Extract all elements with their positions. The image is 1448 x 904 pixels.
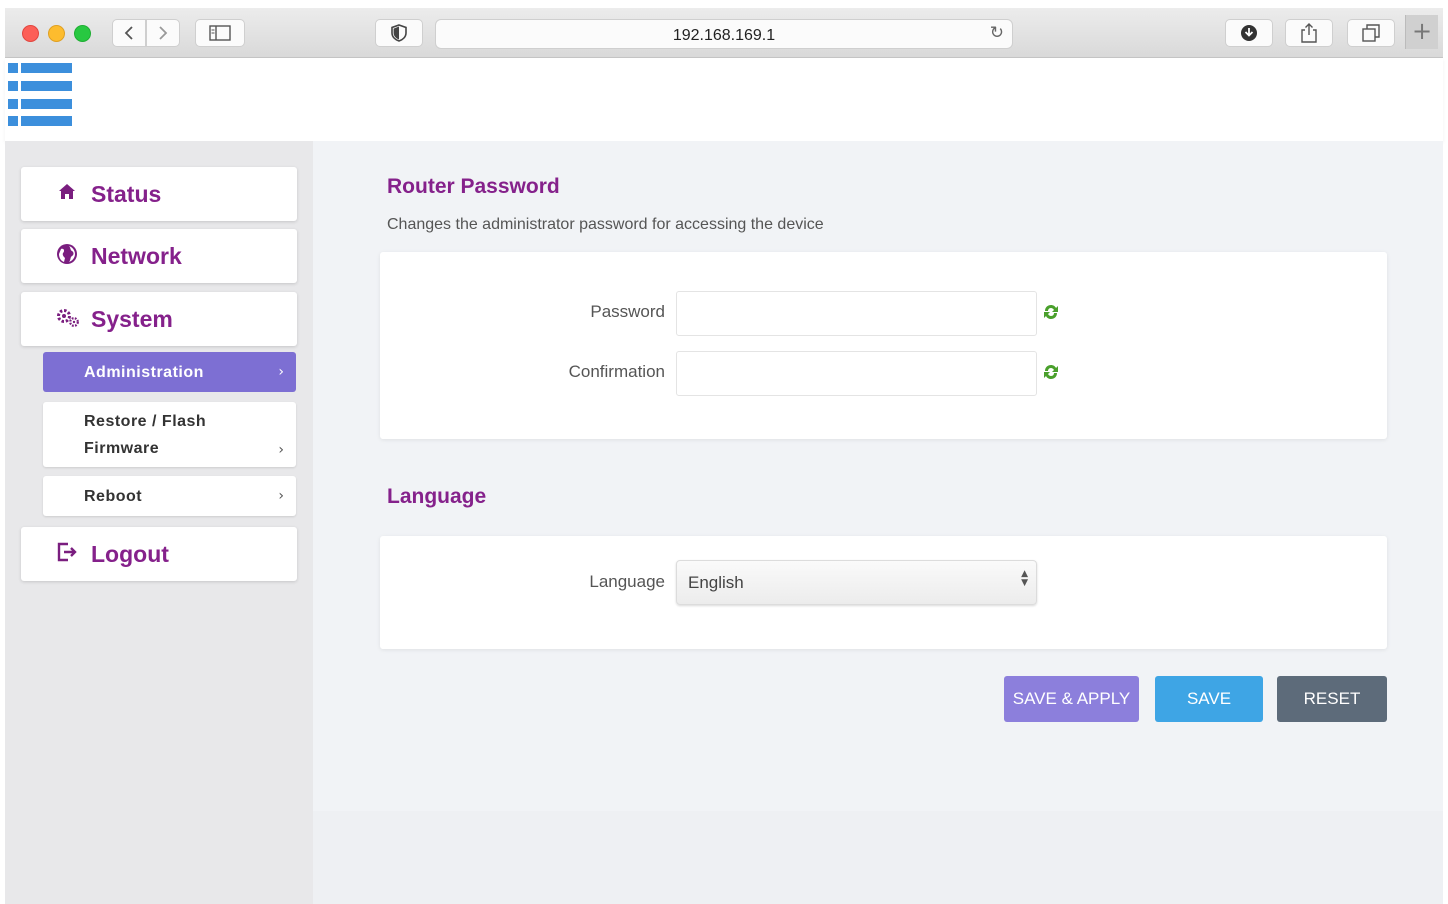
confirmation-field[interactable] bbox=[676, 351, 1037, 396]
address-bar[interactable]: 192.168.169.1 ↻ bbox=[435, 19, 1013, 49]
language-label: Language bbox=[589, 572, 665, 591]
sidebar-item-label: System bbox=[91, 305, 173, 332]
new-tab-button[interactable]: + bbox=[1405, 15, 1438, 49]
sidebar-item-label: Network bbox=[91, 242, 182, 269]
forward-button[interactable] bbox=[146, 19, 180, 47]
subitem-label: Restore / Flash bbox=[84, 413, 207, 430]
subitem-label: Reboot bbox=[84, 488, 143, 505]
sidebar-item-label: Logout bbox=[91, 540, 169, 567]
back-button[interactable] bbox=[112, 19, 146, 47]
chevron-right-icon: › bbox=[278, 488, 284, 504]
reload-icon[interactable]: ↻ bbox=[990, 23, 1004, 43]
reset-button[interactable]: RESET bbox=[1277, 676, 1387, 722]
sidebar-item-network[interactable]: Network bbox=[21, 229, 297, 283]
url-text: 192.168.169.1 bbox=[672, 27, 776, 44]
home-icon bbox=[55, 182, 79, 207]
fullscreen-window-button[interactable] bbox=[74, 25, 91, 42]
plus-icon: + bbox=[1411, 17, 1433, 45]
download-icon bbox=[1241, 25, 1257, 41]
chevron-right-icon bbox=[159, 26, 168, 40]
router-password-title: Router Password bbox=[387, 175, 560, 198]
sidebar-item-label: Status bbox=[91, 180, 162, 207]
router-password-description: Changes the administrator password for a… bbox=[387, 216, 824, 233]
sidebar-subitem-administration[interactable]: Administration › bbox=[43, 352, 296, 392]
subitem-label: Administration bbox=[84, 364, 204, 381]
sidebar-item-status[interactable]: Status bbox=[21, 167, 297, 221]
logout-icon bbox=[55, 541, 79, 568]
sidebar-item-system[interactable]: System bbox=[21, 292, 297, 346]
save-button[interactable]: SAVE bbox=[1155, 676, 1263, 722]
globe-icon bbox=[55, 243, 79, 270]
language-selected-value: English bbox=[688, 573, 744, 592]
language-title: Language bbox=[387, 485, 487, 508]
minimize-window-button[interactable] bbox=[48, 25, 65, 42]
share-button[interactable] bbox=[1285, 19, 1333, 47]
password-label: Password bbox=[590, 302, 665, 321]
sidebar: Status Network System Administration › R… bbox=[5, 141, 313, 904]
privacy-report-button[interactable] bbox=[375, 19, 423, 47]
sidebar-subitem-reboot[interactable]: Reboot › bbox=[43, 476, 296, 516]
select-arrows-icon: ▲ ▼ bbox=[1021, 569, 1028, 588]
app-header bbox=[5, 58, 1443, 141]
share-icon bbox=[1301, 23, 1317, 43]
close-window-button[interactable] bbox=[22, 25, 39, 42]
language-panel: Language English ▲ ▼ bbox=[380, 536, 1387, 649]
main-content: Router Password Changes the administrato… bbox=[313, 141, 1443, 904]
confirmation-label: Confirmation bbox=[568, 362, 665, 381]
tabs-icon bbox=[1362, 24, 1380, 42]
chevron-right-icon: › bbox=[278, 442, 284, 458]
content-footer-area bbox=[313, 811, 1443, 904]
sidebar-icon bbox=[209, 25, 231, 41]
hamburger-menu-icon[interactable] bbox=[8, 61, 72, 126]
password-field[interactable] bbox=[676, 291, 1037, 336]
sidebar-subitem-restore-flash[interactable]: Restore / Flash Firmware › bbox=[43, 402, 296, 467]
refresh-arrows-icon[interactable] bbox=[1042, 302, 1060, 327]
refresh-arrows-icon[interactable] bbox=[1042, 362, 1060, 387]
router-password-panel: Password Confirmation bbox=[380, 252, 1387, 439]
sidebar-item-logout[interactable]: Logout bbox=[21, 527, 297, 581]
gears-icon bbox=[55, 306, 79, 333]
downloads-button[interactable] bbox=[1225, 19, 1273, 47]
browser-toolbar: 192.168.169.1 ↻ bbox=[5, 8, 1443, 58]
subitem-label: Firmware bbox=[84, 440, 160, 457]
chevron-right-icon: › bbox=[278, 364, 284, 380]
chevron-left-icon bbox=[124, 26, 133, 40]
toggle-sidebar-button[interactable] bbox=[195, 19, 245, 47]
language-select[interactable]: English ▲ ▼ bbox=[676, 560, 1037, 605]
show-tabs-button[interactable] bbox=[1347, 19, 1395, 47]
save-apply-button[interactable]: SAVE & APPLY bbox=[1004, 676, 1139, 722]
shield-icon bbox=[391, 24, 407, 42]
